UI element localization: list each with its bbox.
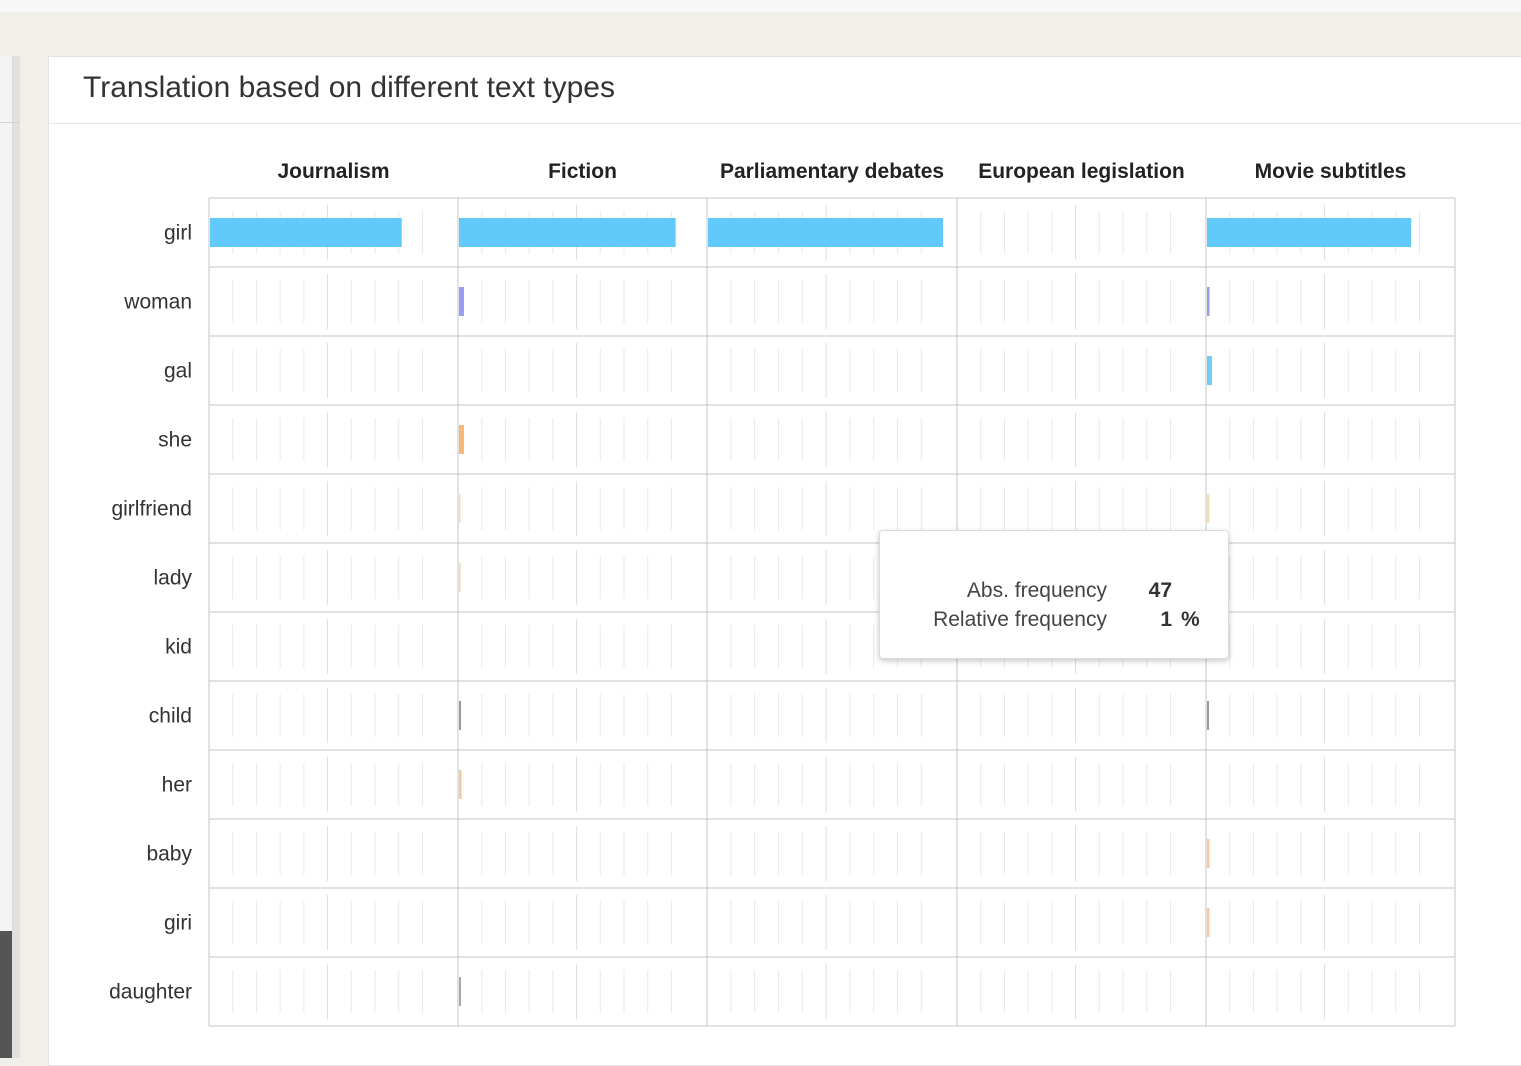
row-label-child: child bbox=[149, 705, 192, 728]
column-header-journalism: Journalism bbox=[277, 160, 389, 183]
column-header-fiction: Fiction bbox=[548, 160, 617, 183]
row-label-lady: lady bbox=[153, 567, 192, 590]
bar-fiction-lady bbox=[459, 563, 461, 592]
bar-journalism-girl bbox=[210, 218, 402, 247]
bar-movie-subtitles-baby bbox=[1207, 839, 1210, 868]
bar-fiction-child bbox=[459, 701, 461, 730]
column-header-parliamentary-debates: Parliamentary debates bbox=[720, 160, 944, 183]
bar-parliamentary-debates-girl bbox=[708, 218, 943, 247]
bar-fiction-daughter bbox=[459, 977, 461, 1006]
bar-fiction-girl bbox=[459, 218, 676, 247]
row-label-girl: girl bbox=[164, 222, 192, 245]
tooltip-abs-label: Abs. frequency bbox=[966, 579, 1107, 602]
bar-movie-subtitles-giri bbox=[1207, 908, 1210, 937]
frequency-tooltip: Abs. frequency 47 Relative frequency 1 % bbox=[879, 530, 1229, 659]
row-label-woman: woman bbox=[123, 291, 192, 314]
bar-movie-subtitles-girl bbox=[1207, 218, 1412, 247]
bar-movie-subtitles-woman bbox=[1207, 287, 1210, 316]
bar-fiction-she bbox=[459, 425, 464, 454]
tooltip-rel-label: Relative frequency bbox=[933, 608, 1107, 631]
bar-fiction-woman bbox=[459, 287, 464, 316]
row-label-she: she bbox=[158, 429, 192, 452]
bar-fiction-girlfriend bbox=[459, 494, 461, 523]
row-label-baby: baby bbox=[146, 843, 192, 866]
row-label-giri: giri bbox=[164, 912, 192, 935]
tooltip-abs-row: Abs. frequency 47 bbox=[880, 579, 1228, 605]
tooltip-rel-row: Relative frequency 1 % bbox=[880, 608, 1228, 634]
bar-fiction-her bbox=[459, 770, 462, 799]
bar-movie-subtitles-girlfriend bbox=[1207, 494, 1210, 523]
row-label-kid: kid bbox=[165, 636, 192, 659]
row-label-girlfriend: girlfriend bbox=[111, 498, 192, 521]
bar-movie-subtitles-child bbox=[1207, 701, 1209, 730]
row-label-daughter: daughter bbox=[109, 981, 192, 1004]
column-header-movie-subtitles: Movie subtitles bbox=[1255, 160, 1407, 183]
row-label-gal: gal bbox=[164, 360, 192, 383]
tooltip-rel-value: 1 bbox=[1160, 608, 1172, 631]
tooltip-rel-unit: % bbox=[1181, 608, 1200, 631]
column-header-european-legislation: European legislation bbox=[978, 160, 1185, 183]
tooltip-abs-value: 47 bbox=[1148, 579, 1172, 602]
row-label-her: her bbox=[162, 774, 192, 797]
bar-movie-subtitles-gal bbox=[1207, 356, 1212, 385]
translation-chart: Journalism Fiction Parliamentary debates Eu… bbox=[109, 160, 1456, 1027]
